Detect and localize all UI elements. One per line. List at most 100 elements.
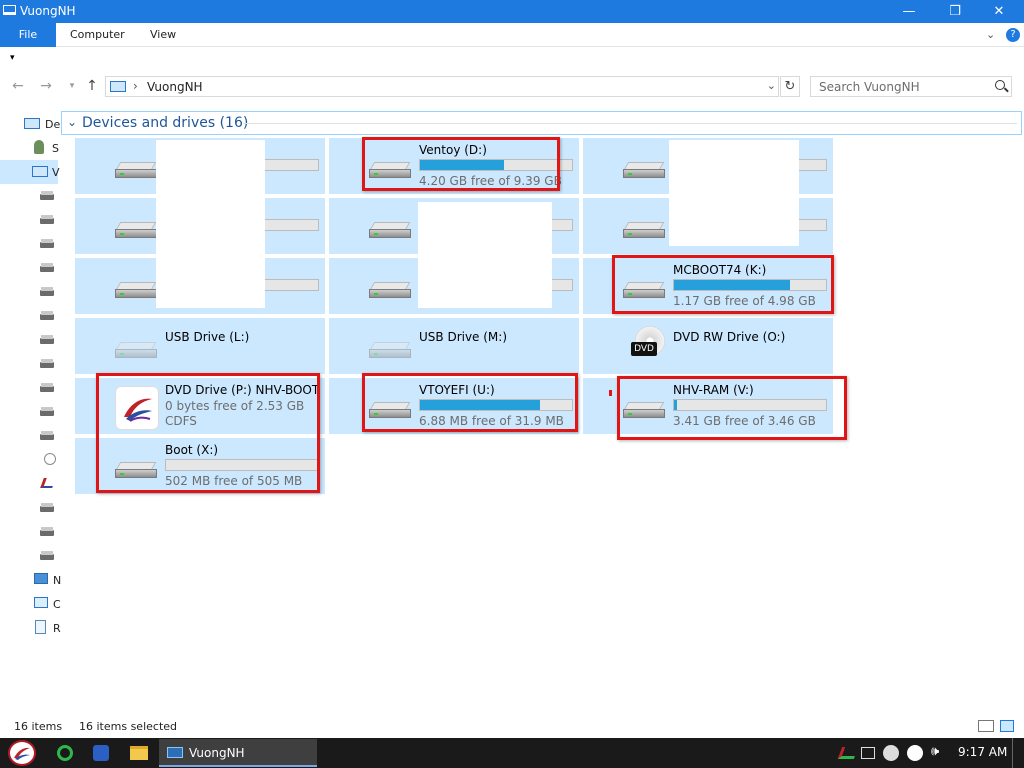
- nav-item-drive[interactable]: [0, 186, 58, 210]
- group-title: Devices and drives (16): [82, 115, 249, 131]
- network-icon[interactable]: [861, 747, 875, 759]
- address-field[interactable]: › VuongNH ⌄: [105, 76, 779, 97]
- nav-item-drive[interactable]: [0, 498, 58, 522]
- ribbon-tabs: File Computer View ⌄ ?: [0, 23, 1024, 47]
- nav-item-label: R: [53, 622, 61, 635]
- volume-icon[interactable]: 🕪: [931, 744, 939, 759]
- drive-tile-usb-m[interactable]: USB Drive (M:): [329, 318, 579, 374]
- ribbon-expand-icon[interactable]: ⌄: [986, 23, 995, 47]
- highlight-box-ventoy: [362, 137, 560, 191]
- up-button[interactable]: ↑: [82, 76, 102, 96]
- selected-count: 16 items selected: [79, 720, 178, 733]
- nav-item-drive[interactable]: [0, 522, 58, 546]
- quick-access-toolbar: ▾: [0, 48, 1024, 68]
- nav-item-drive[interactable]: [0, 378, 58, 402]
- nav-item-drive[interactable]: [0, 354, 58, 378]
- recent-locations-icon[interactable]: ▾: [62, 76, 82, 96]
- refresh-button[interactable]: ↻: [780, 76, 800, 97]
- network-icon: [34, 573, 48, 584]
- help-icon[interactable]: ?: [1006, 28, 1020, 42]
- computer-icon: [167, 747, 183, 758]
- drive-name: DVD RW Drive (O:): [673, 330, 786, 344]
- drive-name: USB Drive (L:): [165, 330, 250, 344]
- drive-icon: [115, 282, 157, 298]
- close-button[interactable]: ✕: [976, 0, 1022, 23]
- nav-item-recycle-bin[interactable]: R: [0, 616, 61, 640]
- search-input[interactable]: Search VuongNH: [810, 76, 1012, 97]
- drive-icon: [623, 162, 665, 178]
- usb-drive-icon: [369, 342, 411, 358]
- maximize-button[interactable]: ❐: [932, 0, 978, 23]
- computer-icon: [110, 81, 126, 92]
- taskbar-window-label: VuongNH: [189, 746, 245, 760]
- tab-view[interactable]: View: [150, 23, 176, 47]
- customize-qat-icon[interactable]: ▾: [10, 53, 15, 63]
- nav-item-drive[interactable]: [0, 210, 58, 234]
- group-header-devices[interactable]: ⌄ Devices and drives (16): [61, 111, 1022, 135]
- nav-item-this-pc[interactable]: V: [0, 160, 60, 184]
- drive-icon: [40, 215, 54, 224]
- nav-item-label: V: [52, 166, 60, 179]
- back-button[interactable]: ←: [8, 76, 28, 96]
- drive-tile-dvd-rw[interactable]: DVD DVD RW Drive (O:): [583, 318, 833, 374]
- nav-item-network[interactable]: N: [0, 568, 62, 592]
- large-icons-view-icon[interactable]: [1000, 720, 1014, 732]
- breadcrumb-location[interactable]: VuongNH: [147, 80, 203, 94]
- nav-item-label: De: [45, 118, 61, 131]
- highlight-box-vtoyefi: [362, 373, 578, 432]
- minimize-button[interactable]: —: [886, 0, 932, 23]
- clock[interactable]: 9:17 AM: [958, 745, 1007, 759]
- media-player-icon[interactable]: [883, 745, 899, 761]
- drive-icon: [40, 335, 54, 344]
- highlight-box-nhv-ram: [617, 376, 847, 440]
- nav-item-drive[interactable]: [0, 426, 58, 450]
- nav-item-drive[interactable]: [0, 306, 58, 330]
- tab-computer[interactable]: Computer: [70, 23, 125, 47]
- app-blue-icon[interactable]: [93, 745, 109, 761]
- search-icon: [995, 80, 1005, 90]
- chevron-down-icon[interactable]: ⌄: [67, 115, 77, 129]
- nav-item-dvd-boot[interactable]: [0, 472, 58, 496]
- nav-item-dvd[interactable]: [0, 448, 58, 472]
- computer-icon: [3, 5, 16, 15]
- chevron-down-icon[interactable]: ⌄: [767, 79, 776, 92]
- drive-tile-usb-l[interactable]: USB Drive (L:): [75, 318, 325, 374]
- nav-item-drive[interactable]: [0, 258, 58, 282]
- nav-item-drive[interactable]: [0, 546, 58, 570]
- drive-icon: [623, 222, 665, 238]
- nav-item-user[interactable]: S: [0, 136, 59, 160]
- show-desktop-button[interactable]: [1012, 738, 1013, 768]
- app-green-icon[interactable]: [57, 745, 73, 761]
- drive-icon: [115, 162, 157, 178]
- nav-item-drive[interactable]: [0, 234, 58, 258]
- taskbar-window-vuongnh[interactable]: VuongNH: [159, 739, 317, 767]
- redaction-box: [669, 140, 799, 246]
- drive-icon: [40, 407, 54, 416]
- tray-logo-icon[interactable]: [907, 745, 923, 761]
- status-bar: 16 items 16 items selected: [0, 716, 1024, 738]
- file-explorer-icon[interactable]: [130, 746, 148, 760]
- tab-file[interactable]: File: [0, 23, 56, 47]
- tray-app-icon[interactable]: [837, 747, 859, 759]
- nav-item-drive[interactable]: [0, 282, 58, 306]
- nav-item-control-panel[interactable]: C: [0, 592, 61, 616]
- drive-icon: [40, 383, 54, 392]
- start-button[interactable]: [8, 740, 36, 766]
- nav-item-drive[interactable]: [0, 402, 58, 426]
- nav-item-label: C: [53, 598, 61, 611]
- desktop-icon: [24, 118, 40, 129]
- drive-icon: [369, 222, 411, 238]
- window-title: VuongNH: [20, 4, 76, 18]
- drive-icon: [40, 287, 54, 296]
- search-placeholder: Search VuongNH: [819, 80, 920, 94]
- nav-item-drive[interactable]: [0, 330, 58, 354]
- recycle-bin-icon: [35, 620, 46, 634]
- computer-icon: [32, 166, 48, 177]
- usb-drive-icon: [115, 342, 157, 358]
- breadcrumb-chevron-icon: ›: [133, 79, 138, 93]
- nav-item-desktop[interactable]: De: [0, 112, 61, 136]
- details-view-icon[interactable]: [978, 720, 994, 732]
- forward-button[interactable]: →: [36, 76, 56, 96]
- nav-item-label: N: [53, 574, 62, 587]
- control-panel-icon: [34, 597, 48, 608]
